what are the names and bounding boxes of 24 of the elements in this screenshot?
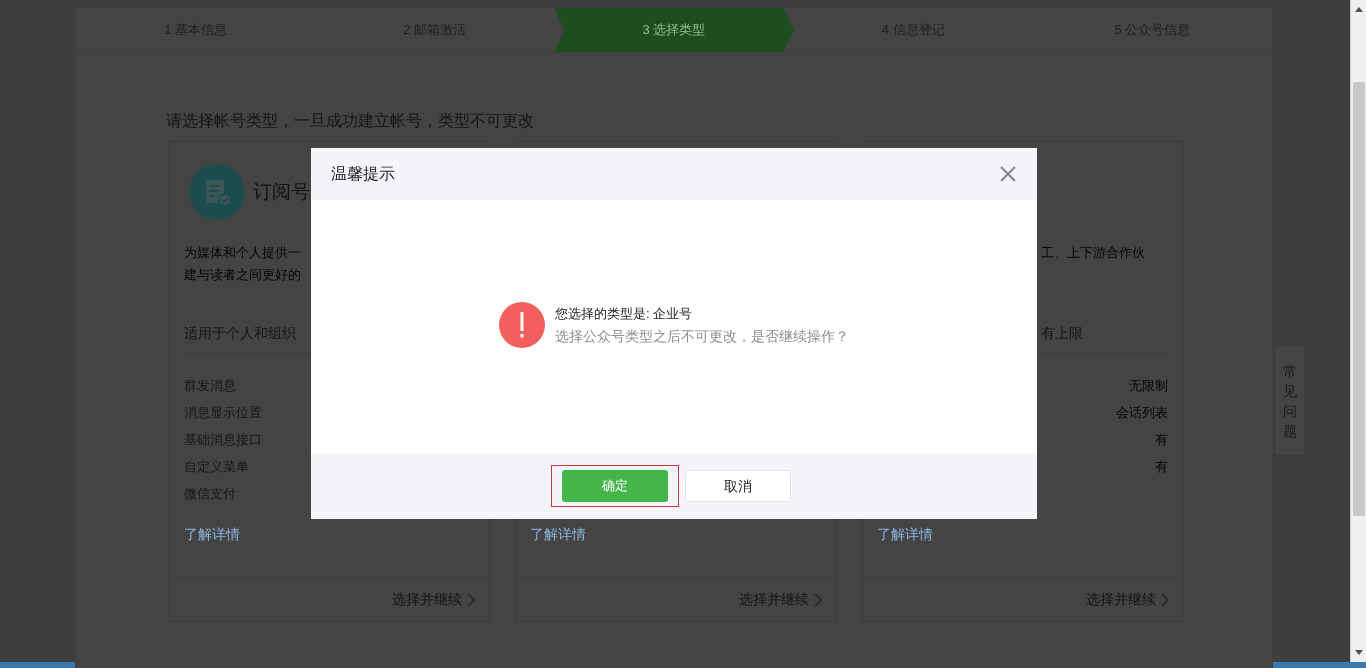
description-text: 建与读者之间更好的 <box>184 266 301 284</box>
step-tab[interactable]: 3 选择类型 <box>554 8 794 52</box>
details-link[interactable]: 了解详情 <box>184 526 240 542</box>
dialog-note: 选择公众号类型之后不可更改，是否继续操作？ <box>555 326 849 346</box>
scrollbar-thumb[interactable] <box>1352 82 1365 516</box>
warning-icon <box>499 301 545 348</box>
cancel-button[interactable]: 取消 <box>684 470 791 502</box>
details-link[interactable]: 了解详情 <box>530 526 586 542</box>
feature-value: 有 <box>1155 457 1168 476</box>
dialog-title: 温馨提示 <box>331 164 395 184</box>
feature-value: 有 <box>1155 430 1168 449</box>
details-link[interactable]: 了解详情 <box>877 526 933 542</box>
dialog-message: 您选择的类型是: 企业号 <box>555 304 694 323</box>
description-text: 工、上下游合作伙 <box>1041 244 1145 262</box>
chevron-right-icon <box>814 592 822 607</box>
chevron-right-icon <box>467 592 475 607</box>
confirm-button[interactable]: 确定 <box>561 470 668 502</box>
chevron-right-icon <box>1161 592 1169 607</box>
scroll-down-icon[interactable] <box>1354 650 1363 656</box>
feature-value: 会话列表 <box>1116 403 1168 422</box>
document-check-icon <box>189 164 245 220</box>
scroll-up-icon[interactable] <box>1354 6 1363 12</box>
close-icon[interactable] <box>999 165 1017 183</box>
scrollbar[interactable] <box>1350 0 1366 662</box>
